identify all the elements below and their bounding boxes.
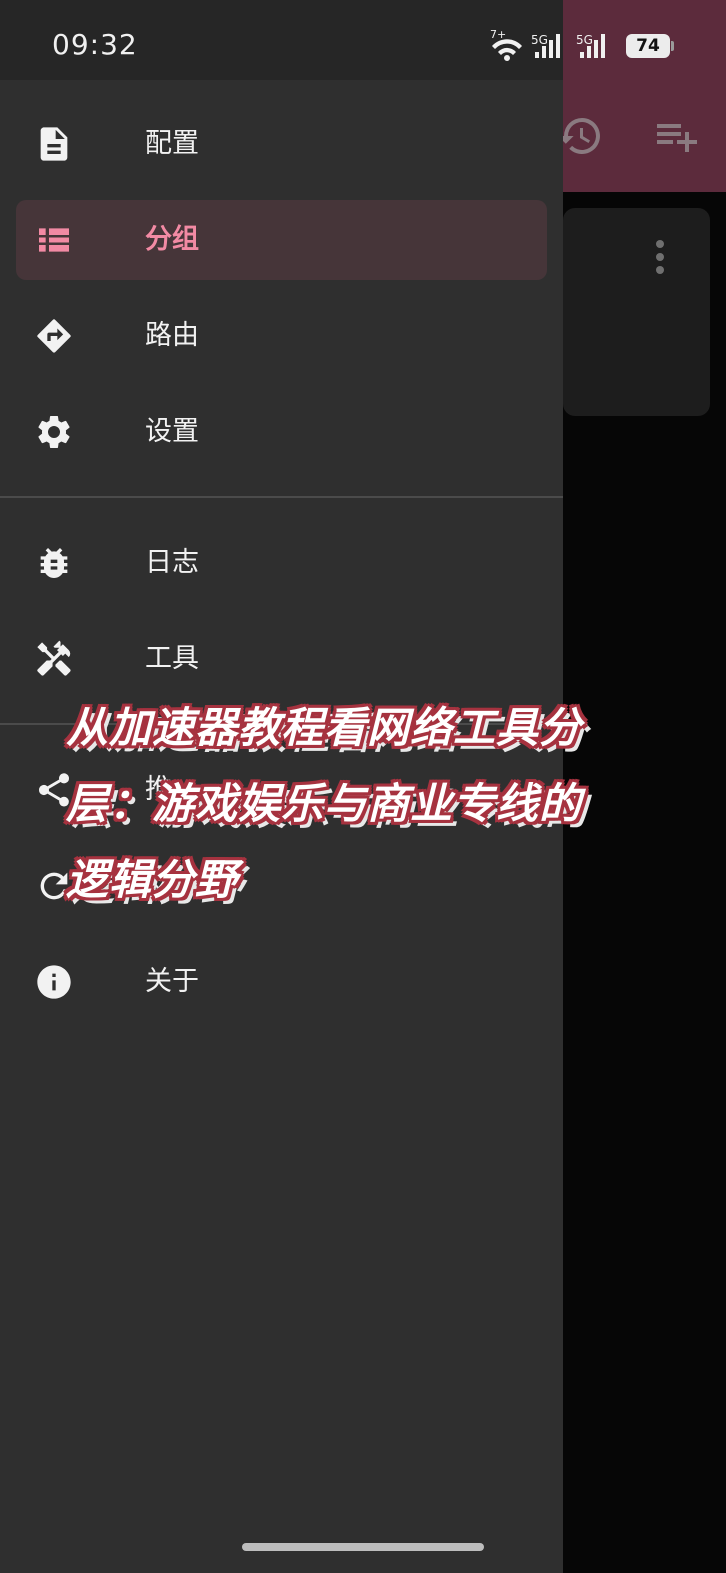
overlay-line-1: 从加速器教程看网络工具分 xyxy=(66,703,583,752)
nav-label: 关于 xyxy=(145,966,199,997)
nav-item-routes[interactable]: 路由 xyxy=(16,296,547,376)
nav-label: 配置 xyxy=(145,128,199,159)
signal-2-label: 5G xyxy=(576,33,593,47)
status-bar: 09:32 xyxy=(0,0,563,80)
bug-icon xyxy=(40,548,68,578)
wifi-icon xyxy=(492,39,522,61)
playlist-add-icon[interactable] xyxy=(651,112,699,160)
nav-item-groups[interactable]: 分组 xyxy=(16,200,547,280)
status-icons: 7+ 5G 5G xyxy=(490,28,605,61)
nav-label: 路由 xyxy=(145,320,199,351)
nav-label: 工具 xyxy=(145,643,199,674)
info-icon xyxy=(37,965,71,999)
nav-label: 日志 xyxy=(145,547,199,578)
tools-icon xyxy=(37,640,71,676)
nav-item-profiles[interactable]: 配置 xyxy=(16,104,547,184)
divider xyxy=(0,496,563,498)
battery-tip xyxy=(671,41,674,51)
overlay-line-3: 逻辑分野 xyxy=(66,855,239,904)
nav-label: 设置 xyxy=(145,416,199,447)
nav-label: 分组 xyxy=(145,224,199,255)
overlay-line-2: 层：游戏娱乐与商业专线的 xyxy=(66,779,583,828)
history-icon[interactable] xyxy=(556,112,604,160)
list-icon xyxy=(39,228,69,252)
signal-1-label: 5G xyxy=(531,33,548,47)
description-icon xyxy=(40,127,68,161)
wifi-badge: 7+ xyxy=(490,28,506,41)
group-card[interactable] xyxy=(563,208,710,416)
battery-icon: 74 xyxy=(626,34,670,58)
more-vert-icon[interactable] xyxy=(648,238,672,278)
home-indicator[interactable] xyxy=(242,1543,484,1551)
nav-item-settings[interactable]: 设置 xyxy=(16,392,547,472)
nav-item-logs[interactable]: 日志 xyxy=(16,523,547,603)
nav-item-about[interactable]: 关于 xyxy=(16,942,547,1022)
overlay-headline: 从加速器教程看网络工具分 层：游戏娱乐与商业专线的 逻辑分野 xyxy=(66,690,676,918)
status-time: 09:32 xyxy=(52,28,138,61)
gear-icon xyxy=(38,415,70,448)
directions-icon xyxy=(37,319,71,353)
nav-item-tools[interactable]: 工具 xyxy=(16,619,547,699)
